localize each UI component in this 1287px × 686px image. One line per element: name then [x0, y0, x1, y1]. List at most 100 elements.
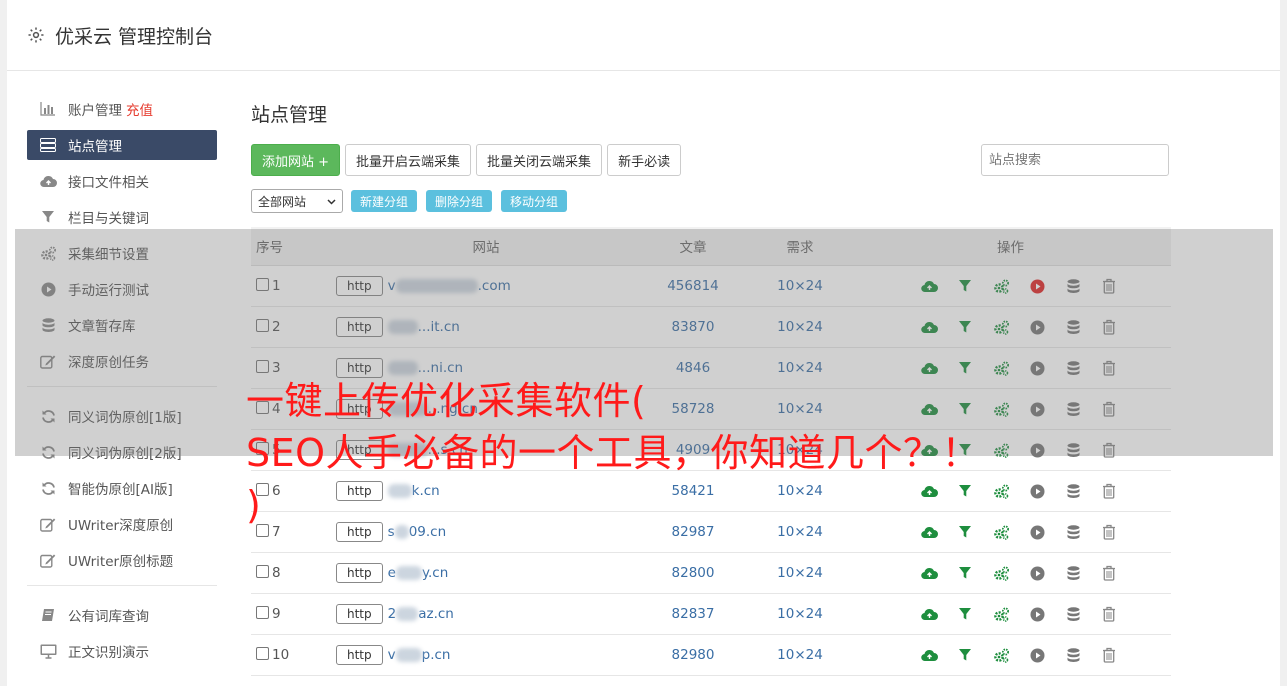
- row-checkbox[interactable]: [256, 565, 269, 578]
- add-site-button[interactable]: 添加网站 +: [251, 144, 341, 176]
- gears-icon[interactable]: [983, 361, 1019, 376]
- cloud-upload-icon[interactable]: [911, 485, 947, 498]
- trash-icon[interactable]: [1091, 606, 1127, 622]
- delete-group-button[interactable]: 删除分组: [426, 190, 493, 212]
- filter-icon[interactable]: [947, 443, 983, 457]
- article-count[interactable]: 82800: [637, 552, 749, 594]
- beginner-guide-button[interactable]: 新手必读: [607, 144, 682, 176]
- cloud-upload-icon[interactable]: [911, 608, 947, 621]
- gears-icon[interactable]: [983, 443, 1019, 458]
- site-url-start[interactable]: v: [388, 647, 396, 663]
- database-icon[interactable]: [1055, 401, 1091, 417]
- protocol-badge[interactable]: http: [336, 604, 383, 624]
- group-select[interactable]: 全部网站: [251, 189, 343, 213]
- row-checkbox[interactable]: [256, 647, 269, 660]
- row-checkbox[interactable]: [256, 319, 269, 332]
- site-url-end[interactable]: ...ng.cn: [428, 401, 478, 417]
- new-group-button[interactable]: 新建分组: [351, 190, 418, 212]
- cloud-upload-icon[interactable]: [911, 403, 947, 416]
- play-icon[interactable]: [1019, 443, 1055, 458]
- protocol-badge[interactable]: http: [336, 276, 383, 296]
- protocol-badge[interactable]: http: [336, 522, 383, 542]
- gears-icon[interactable]: [983, 279, 1019, 294]
- play-icon[interactable]: [1019, 607, 1055, 622]
- sidebar-item[interactable]: 文章暂存库: [27, 310, 217, 340]
- row-checkbox[interactable]: [256, 483, 269, 496]
- play-icon[interactable]: [1019, 402, 1055, 417]
- need-value[interactable]: 10×24: [749, 470, 851, 512]
- protocol-badge[interactable]: http: [336, 317, 383, 337]
- filter-icon[interactable]: [947, 648, 983, 662]
- row-checkbox[interactable]: [256, 442, 269, 455]
- need-value[interactable]: 10×24: [749, 347, 851, 389]
- row-checkbox[interactable]: [256, 606, 269, 619]
- play-icon[interactable]: [1019, 361, 1055, 376]
- cloud-upload-icon[interactable]: [911, 526, 947, 539]
- gears-icon[interactable]: [983, 648, 1019, 663]
- article-count[interactable]: 83870: [637, 306, 749, 348]
- gears-icon[interactable]: [983, 402, 1019, 417]
- protocol-badge[interactable]: http: [336, 440, 383, 460]
- database-icon[interactable]: [1055, 442, 1091, 458]
- database-icon[interactable]: [1055, 360, 1091, 376]
- gears-icon[interactable]: [983, 484, 1019, 499]
- gears-icon[interactable]: [983, 566, 1019, 581]
- sidebar-item[interactable]: 深度原创任务: [27, 346, 217, 376]
- database-icon[interactable]: [1055, 319, 1091, 335]
- site-url-end[interactable]: .com: [478, 278, 511, 294]
- cloud-upload-icon[interactable]: [911, 444, 947, 457]
- site-url-end[interactable]: ...s.cn: [428, 442, 468, 458]
- cloud-upload-icon[interactable]: [911, 362, 947, 375]
- gears-icon[interactable]: [983, 607, 1019, 622]
- sidebar-item[interactable]: 正文识别演示: [27, 636, 217, 666]
- filter-icon[interactable]: [947, 279, 983, 293]
- site-url-end[interactable]: y.cn: [422, 565, 448, 581]
- filter-icon[interactable]: [947, 320, 983, 334]
- site-url-start[interactable]: 2: [388, 606, 397, 622]
- sidebar-item[interactable]: 采集细节设置: [27, 238, 217, 268]
- site-url-start[interactable]: e: [388, 565, 396, 581]
- row-checkbox[interactable]: [256, 278, 269, 291]
- play-icon[interactable]: [1019, 566, 1055, 581]
- sidebar-item[interactable]: 同义词伪原创[1版]: [27, 401, 217, 431]
- cloud-upload-icon[interactable]: [911, 649, 947, 662]
- sidebar-item[interactable]: 账户管理 充值: [27, 94, 217, 124]
- trash-icon[interactable]: [1091, 565, 1127, 581]
- filter-icon[interactable]: [947, 525, 983, 539]
- trash-icon[interactable]: [1091, 483, 1127, 499]
- site-url-end[interactable]: p.cn: [422, 647, 451, 663]
- need-value[interactable]: 10×24: [749, 388, 851, 430]
- need-value[interactable]: 10×24: [749, 593, 851, 635]
- row-checkbox[interactable]: [256, 524, 269, 537]
- cloud-upload-icon[interactable]: [911, 321, 947, 334]
- article-count[interactable]: 4909: [637, 429, 749, 471]
- sidebar-item[interactable]: 手动运行测试: [27, 274, 217, 304]
- batch-open-cloud-button[interactable]: 批量开启云端采集: [345, 144, 472, 176]
- cloud-upload-icon[interactable]: [911, 567, 947, 580]
- site-url-start[interactable]: v: [388, 278, 396, 294]
- site-url-end[interactable]: 09.cn: [409, 524, 446, 540]
- play-icon[interactable]: [1019, 648, 1055, 663]
- protocol-badge[interactable]: http: [336, 645, 383, 665]
- play-icon[interactable]: [1019, 279, 1055, 294]
- need-value[interactable]: 10×24: [749, 634, 851, 676]
- article-count[interactable]: 4846: [637, 347, 749, 389]
- cloud-upload-icon[interactable]: [911, 280, 947, 293]
- sidebar-item[interactable]: UWriter深度原创: [27, 509, 217, 539]
- gears-icon[interactable]: [983, 525, 1019, 540]
- site-url-end[interactable]: az.cn: [418, 606, 454, 622]
- trash-icon[interactable]: [1091, 401, 1127, 417]
- sidebar-item[interactable]: 同义词伪原创[2版]: [27, 437, 217, 467]
- play-icon[interactable]: [1019, 484, 1055, 499]
- filter-icon[interactable]: [947, 361, 983, 375]
- sidebar-item[interactable]: 栏目与关键词: [27, 202, 217, 232]
- batch-close-cloud-button[interactable]: 批量关闭云端采集: [476, 144, 603, 176]
- need-value[interactable]: 10×24: [749, 552, 851, 594]
- move-group-button[interactable]: 移动分组: [501, 190, 568, 212]
- gears-icon[interactable]: [983, 320, 1019, 335]
- row-checkbox[interactable]: [256, 360, 269, 373]
- article-count[interactable]: 82987: [637, 511, 749, 553]
- site-search-input[interactable]: [981, 144, 1169, 176]
- database-icon[interactable]: [1055, 483, 1091, 499]
- database-icon[interactable]: [1055, 606, 1091, 622]
